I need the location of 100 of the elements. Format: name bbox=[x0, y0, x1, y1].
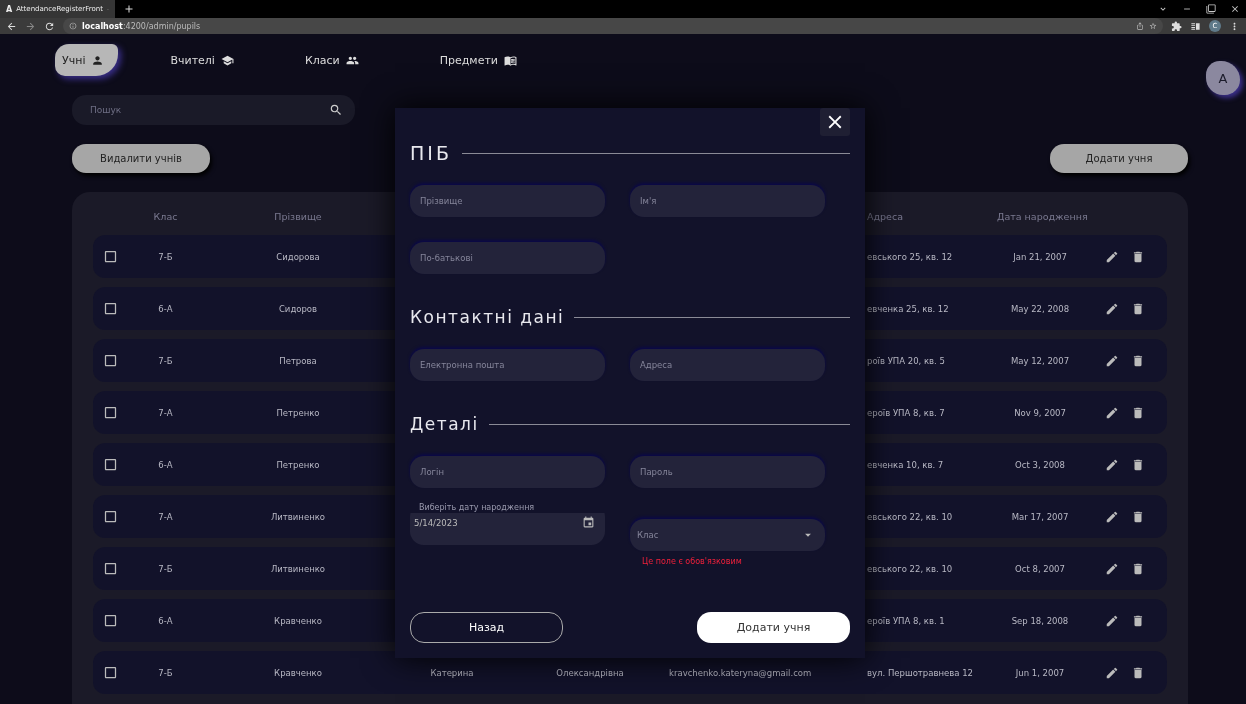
trash-icon[interactable] bbox=[1131, 665, 1145, 680]
text-field[interactable]: Логін bbox=[410, 456, 605, 488]
text-field[interactable]: Електронна пошта bbox=[410, 349, 605, 381]
checkbox[interactable] bbox=[103, 509, 118, 524]
section-title: Контактні дані bbox=[410, 307, 565, 327]
back-button[interactable]: Назад bbox=[410, 612, 563, 643]
new-tab-icon[interactable] bbox=[123, 3, 135, 15]
edit-icon[interactable] bbox=[1105, 561, 1119, 576]
checkbox[interactable] bbox=[103, 561, 118, 576]
table-cell-text: Sep 18, 2008 bbox=[1010, 615, 1070, 626]
table-cell-text: евського 25, кв. 12 bbox=[866, 251, 954, 262]
edit-icon[interactable] bbox=[1105, 301, 1119, 316]
graduation-cap-icon bbox=[220, 53, 234, 67]
trash-icon[interactable] bbox=[1131, 405, 1145, 420]
table-cell-text: Сидоров bbox=[277, 303, 319, 314]
column-header: Клас bbox=[152, 210, 179, 222]
info-icon[interactable] bbox=[69, 22, 77, 30]
trash-icon[interactable] bbox=[1131, 613, 1145, 628]
search-field[interactable]: Пошук bbox=[72, 95, 355, 125]
edit-icon[interactable] bbox=[1105, 249, 1119, 264]
delete-button[interactable]: Видалити учнів bbox=[72, 144, 210, 173]
table-cell-text: евченка 10, кв. 7 bbox=[866, 459, 945, 470]
trash-icon[interactable] bbox=[1131, 353, 1145, 368]
calendar-icon[interactable] bbox=[582, 516, 595, 529]
edit-icon[interactable] bbox=[1105, 457, 1119, 472]
close-icon[interactable] bbox=[1230, 4, 1240, 14]
trash-icon[interactable] bbox=[1131, 301, 1145, 316]
date-field[interactable]: Виберіть дату народження 5/14/2023 bbox=[410, 503, 605, 545]
table-cell-text: евченка 25, кв. 12 bbox=[866, 303, 950, 314]
table-cell-text: Mar 17, 2007 bbox=[1010, 511, 1070, 522]
text-field[interactable]: Адреса bbox=[630, 349, 825, 381]
trash-icon[interactable] bbox=[1131, 509, 1145, 524]
checkbox[interactable] bbox=[103, 405, 118, 420]
text-field[interactable]: По-батькові bbox=[410, 242, 605, 274]
checkbox[interactable] bbox=[103, 613, 118, 628]
table-cell-text: 7-Б bbox=[157, 667, 174, 678]
person-icon bbox=[91, 53, 105, 67]
table-cell-text: Nov 9, 2007 bbox=[1013, 407, 1067, 418]
table-cell-text: Петрова bbox=[278, 355, 318, 366]
favicon: A bbox=[6, 4, 13, 14]
add-button[interactable]: Додати учня bbox=[1050, 144, 1188, 173]
star-icon[interactable] bbox=[1149, 22, 1157, 30]
table-cell-text: Oct 8, 2007 bbox=[1014, 563, 1066, 574]
nav-tab[interactable]: Предмети bbox=[432, 44, 531, 76]
table-cell-text: евського 22, кв. 10 bbox=[866, 563, 954, 574]
book-icon bbox=[503, 53, 517, 67]
text-field[interactable]: Ім'я bbox=[630, 185, 825, 217]
table-cell-text: ероїв УПА 8, кв. 7 bbox=[866, 407, 946, 418]
checkbox[interactable] bbox=[103, 353, 118, 368]
table-cell-text: 7-А bbox=[157, 407, 174, 418]
trash-icon[interactable] bbox=[1131, 457, 1145, 472]
error-message: Це поле є обов'язковим bbox=[641, 557, 743, 566]
text-field[interactable]: Прізвище bbox=[410, 185, 605, 217]
edit-icon[interactable] bbox=[1105, 509, 1119, 524]
trash-icon[interactable] bbox=[1131, 249, 1145, 264]
table-row[interactable]: 7-Б Кравченко Катерина Олександрівна kravchenko.kateryna@gmail.com вул. Першотравнева 12 Jun 1, 2007 bbox=[93, 651, 1167, 694]
close-button[interactable] bbox=[820, 108, 850, 136]
checkbox[interactable] bbox=[103, 249, 118, 264]
table-cell-text: Кравченко bbox=[273, 615, 323, 626]
side-panel-icon[interactable] bbox=[1190, 20, 1201, 32]
search-icon[interactable] bbox=[329, 103, 343, 117]
section-title: ПІБ bbox=[410, 142, 452, 164]
column-header: Адреса bbox=[866, 210, 904, 222]
table-cell-text: Олександрівна bbox=[555, 667, 625, 678]
nav-tab[interactable]: Вчителі bbox=[163, 44, 248, 76]
edit-icon[interactable] bbox=[1105, 353, 1119, 368]
section-title: Деталі bbox=[410, 414, 479, 434]
edit-icon[interactable] bbox=[1105, 405, 1119, 420]
table-cell-text: May 12, 2007 bbox=[1009, 355, 1071, 366]
checkbox[interactable] bbox=[103, 301, 118, 316]
table-cell-text: Кравченко bbox=[273, 667, 323, 678]
trash-icon[interactable] bbox=[1131, 561, 1145, 576]
table-cell-text: Jan 21, 2007 bbox=[1012, 251, 1068, 262]
submit-button[interactable]: Додати учня bbox=[697, 612, 850, 643]
table-cell-text: Катерина bbox=[429, 667, 475, 678]
reload-icon[interactable] bbox=[44, 20, 55, 32]
table-cell-text: 6-А bbox=[157, 459, 174, 470]
table-cell-text: 7-Б bbox=[157, 355, 174, 366]
forward-icon[interactable] bbox=[25, 20, 36, 32]
puzzle-icon[interactable] bbox=[1171, 20, 1182, 32]
table-cell-text: 7-Б bbox=[157, 563, 174, 574]
table-cell-text: Сидорова bbox=[275, 251, 321, 262]
table-cell-text: роїв УПА 20, кв. 5 bbox=[866, 355, 946, 366]
table-cell-text: Литвиненко bbox=[269, 563, 327, 574]
address-bar[interactable]: localhost:4200/admin/pupils bbox=[63, 18, 1163, 34]
checkbox[interactable] bbox=[103, 457, 118, 472]
restore-icon[interactable] bbox=[1206, 4, 1216, 14]
share-icon[interactable] bbox=[1136, 22, 1144, 30]
back-icon[interactable] bbox=[6, 20, 17, 32]
table-cell-text: Петренко bbox=[275, 407, 321, 418]
class-select[interactable]: Клас bbox=[630, 519, 825, 551]
nav-tab[interactable]: Класи bbox=[297, 44, 373, 76]
nav-tab[interactable]: Учні bbox=[55, 44, 119, 76]
table-cell-text: Литвиненко bbox=[269, 511, 327, 522]
edit-icon[interactable] bbox=[1105, 665, 1119, 680]
text-field[interactable]: Пароль bbox=[630, 456, 825, 488]
table-cell-text: Петренко bbox=[275, 459, 321, 470]
edit-icon[interactable] bbox=[1105, 613, 1119, 628]
user-avatar[interactable]: A bbox=[1206, 61, 1240, 95]
checkbox[interactable] bbox=[103, 665, 118, 680]
